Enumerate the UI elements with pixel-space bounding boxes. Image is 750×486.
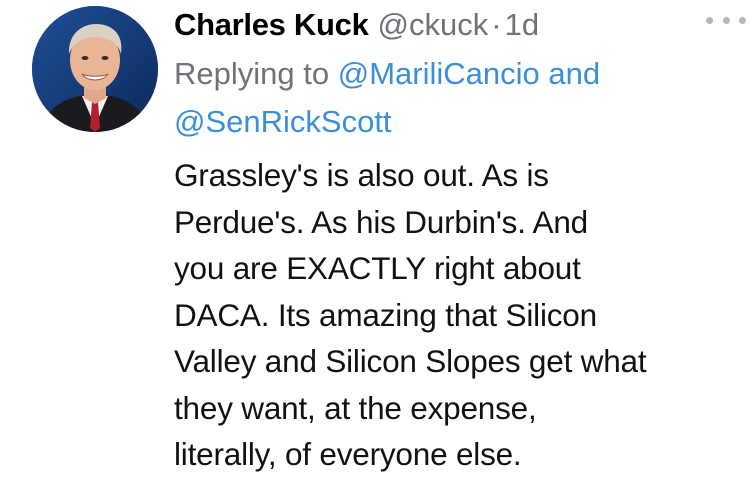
avatar-image: [32, 6, 158, 132]
mention-link-marilicancio[interactable]: @MariliCancio: [338, 56, 540, 91]
more-dot: [722, 16, 730, 24]
avatar[interactable]: [32, 6, 158, 132]
replying-conjunction: and: [548, 56, 601, 91]
timestamp[interactable]: 1d: [505, 7, 539, 43]
tweet-header: Charles Kuck @ckuck · 1d: [174, 0, 734, 50]
replying-to-line: Replying to @MariliCancio and @SenRickSc…: [174, 50, 734, 146]
tweet-content: Charles Kuck @ckuck · 1d Replying to @Ma…: [174, 0, 734, 478]
replying-prefix: Replying to: [174, 56, 330, 91]
mention-link-senrickscott[interactable]: @SenRickScott: [174, 104, 392, 139]
author-handle[interactable]: @ckuck: [378, 7, 489, 43]
tweet-card[interactable]: Charles Kuck @ckuck · 1d Replying to @Ma…: [0, 0, 750, 486]
more-dot: [706, 16, 713, 24]
author-name[interactable]: Charles Kuck: [174, 7, 369, 43]
more-dot: [739, 16, 746, 24]
more-horizontal-icon[interactable]: [706, 10, 746, 30]
separator-dot: ·: [491, 7, 502, 42]
tweet-body-text: Grassley's is also out. As is Perdue's. …: [174, 157, 647, 472]
